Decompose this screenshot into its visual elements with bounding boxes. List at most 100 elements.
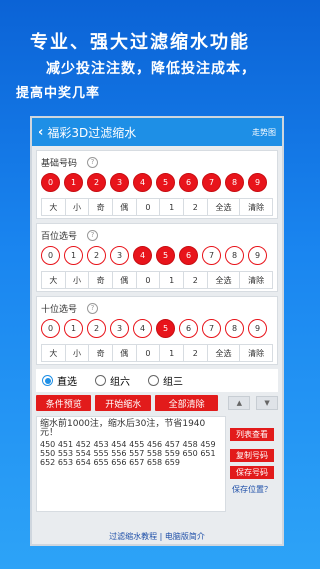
number-ball[interactable]: 4 (133, 246, 152, 265)
number-ball[interactable]: 6 (179, 246, 198, 265)
panel-title: 百位选号 (41, 231, 78, 242)
mode-group-three[interactable]: 组三 (148, 373, 183, 388)
list-view-button[interactable]: 列表查看 (230, 428, 274, 441)
number-ball[interactable]: 5 (156, 173, 175, 192)
filter-option-button[interactable]: 小 (66, 345, 90, 361)
number-ball[interactable]: 9 (248, 246, 267, 265)
number-ball[interactable]: 3 (110, 173, 129, 192)
panel-title: 基础号码 (41, 158, 78, 169)
filter-option-button[interactable]: 2 (184, 345, 208, 361)
number-ball[interactable]: 3 (110, 319, 129, 338)
number-ball[interactable]: 4 (133, 173, 152, 192)
filter-option-button[interactable]: 大 (42, 345, 66, 361)
trend-chart-link[interactable]: 走势图 (252, 127, 276, 138)
filter-option-button[interactable]: 2 (184, 199, 208, 215)
filter-option-button[interactable]: 奇 (89, 272, 113, 288)
mode-group-six[interactable]: 组六 (95, 373, 130, 388)
number-ball[interactable]: 7 (202, 319, 221, 338)
filter-option-button[interactable]: 1 (160, 345, 184, 361)
copy-numbers-button[interactable]: 复制号码 (230, 449, 274, 462)
number-ball[interactable]: 8 (225, 319, 244, 338)
result-area: 缩水前1000注，缩水后30注，节省1940元！ 450 451 452 453… (36, 416, 278, 512)
result-textbox[interactable]: 缩水前1000注，缩水后30注，节省1940元！ 450 451 452 453… (36, 416, 226, 512)
radio-icon[interactable] (42, 375, 53, 386)
result-numbers: 450 451 452 453 454 455 456 457 458 459 … (40, 440, 216, 467)
mode-label: 组三 (163, 377, 183, 388)
footer-links: 过滤缩水教程 | 电脑版简介 (32, 531, 282, 542)
number-ball[interactable]: 5 (156, 246, 175, 265)
filter-option-button[interactable]: 小 (66, 272, 90, 288)
number-ball[interactable]: 9 (248, 319, 267, 338)
play-mode-selector: 直选 组六 组三 (36, 369, 278, 392)
filter-option-button[interactable]: 偶 (113, 272, 137, 288)
number-ball[interactable]: 2 (87, 319, 106, 338)
number-ball[interactable]: 0 (41, 173, 60, 192)
number-ball[interactable]: 6 (179, 173, 198, 192)
number-ball[interactable]: 9 (248, 173, 267, 192)
number-ball[interactable]: 1 (64, 319, 83, 338)
filter-option-button[interactable]: 全选 (208, 345, 241, 361)
start-shrink-button[interactable]: 开始缩水 (95, 395, 151, 411)
promo-subline: 减少投注注数，降低投注成本， (46, 61, 256, 77)
pc-intro-link[interactable]: 电脑版简介 (165, 532, 205, 541)
mode-direct[interactable]: 直选 (42, 373, 77, 388)
number-ball[interactable]: 2 (87, 173, 106, 192)
filter-option-button[interactable]: 小 (66, 199, 90, 215)
number-panel: 十位选号? 0 1 2 3 4 5 6 7 8 9 大小奇偶 0 1 2 全选 清除 (36, 296, 278, 365)
mode-label: 直选 (57, 377, 77, 388)
filter-options: 大小奇偶 0 1 2 全选 清除 (41, 271, 273, 289)
filter-option-button[interactable]: 全选 (208, 272, 241, 288)
save-numbers-button[interactable]: 保存号码 (230, 466, 274, 479)
filter-option-button[interactable]: 清除 (240, 272, 272, 288)
number-ball[interactable]: 0 (41, 319, 60, 338)
number-panel: 基础号码? 0 1 2 3 4 5 6 7 8 9 大小奇偶 0 1 2 全选 清除 (36, 150, 278, 219)
filter-option-button[interactable]: 全选 (208, 199, 241, 215)
tutorial-link[interactable]: 过滤缩水教程 (109, 532, 157, 541)
filter-option-button[interactable]: 1 (160, 272, 184, 288)
panel-header: 百位选号? (41, 228, 273, 242)
number-ball[interactable]: 8 (225, 246, 244, 265)
filter-option-button[interactable]: 大 (42, 199, 66, 215)
number-ball[interactable]: 5 (156, 319, 175, 338)
filter-option-button[interactable]: 奇 (89, 345, 113, 361)
help-icon[interactable]: ? (87, 229, 99, 241)
radio-icon[interactable] (95, 375, 106, 386)
filter-option-button[interactable]: 0 (137, 199, 161, 215)
save-location-link[interactable]: 保存位置？ (232, 484, 272, 495)
number-ball[interactable]: 1 (64, 173, 83, 192)
number-ball[interactable]: 7 (202, 173, 221, 192)
number-ball[interactable]: 7 (202, 246, 221, 265)
number-ball[interactable]: 1 (64, 246, 83, 265)
filter-option-button[interactable]: 0 (137, 345, 161, 361)
ball-row: 0123456789 (41, 173, 273, 192)
radio-icon[interactable] (148, 375, 159, 386)
move-down-icon[interactable]: ▼ (256, 396, 278, 410)
filter-option-button[interactable]: 偶 (113, 345, 137, 361)
promo-tagline: 提高中奖几率 (16, 86, 101, 101)
filter-option-button[interactable]: 大 (42, 272, 66, 288)
number-ball[interactable]: 0 (41, 246, 60, 265)
filter-options: 大小奇偶 0 1 2 全选 清除 (41, 344, 273, 362)
app-titlebar: ‹ 福彩3D过滤缩水 走势图 (32, 118, 282, 146)
filter-option-button[interactable]: 偶 (113, 199, 137, 215)
condition-preview-button[interactable]: 条件预览 (36, 395, 92, 411)
help-icon[interactable]: ? (87, 302, 99, 314)
filter-option-button[interactable]: 清除 (240, 345, 272, 361)
help-icon[interactable]: ? (87, 156, 99, 168)
filter-options: 大小奇偶 0 1 2 全选 清除 (41, 198, 273, 216)
filter-option-button[interactable]: 2 (184, 272, 208, 288)
move-up-icon[interactable]: ▲ (228, 396, 251, 410)
filter-option-button[interactable]: 1 (160, 199, 184, 215)
panel-header: 基础号码? (41, 155, 273, 169)
number-ball[interactable]: 8 (225, 173, 244, 192)
number-ball[interactable]: 3 (110, 246, 129, 265)
number-ball[interactable]: 6 (179, 319, 198, 338)
clear-all-button[interactable]: 全部清除 (154, 395, 219, 411)
filter-option-button[interactable]: 清除 (240, 199, 272, 215)
back-chevron-icon[interactable]: ‹ (38, 125, 43, 140)
action-bar: 条件预览 开始缩水 全部清除 ▲ ▼ (36, 394, 278, 412)
number-ball[interactable]: 2 (87, 246, 106, 265)
filter-option-button[interactable]: 0 (137, 272, 161, 288)
filter-option-button[interactable]: 奇 (89, 199, 113, 215)
number-ball[interactable]: 4 (133, 319, 152, 338)
